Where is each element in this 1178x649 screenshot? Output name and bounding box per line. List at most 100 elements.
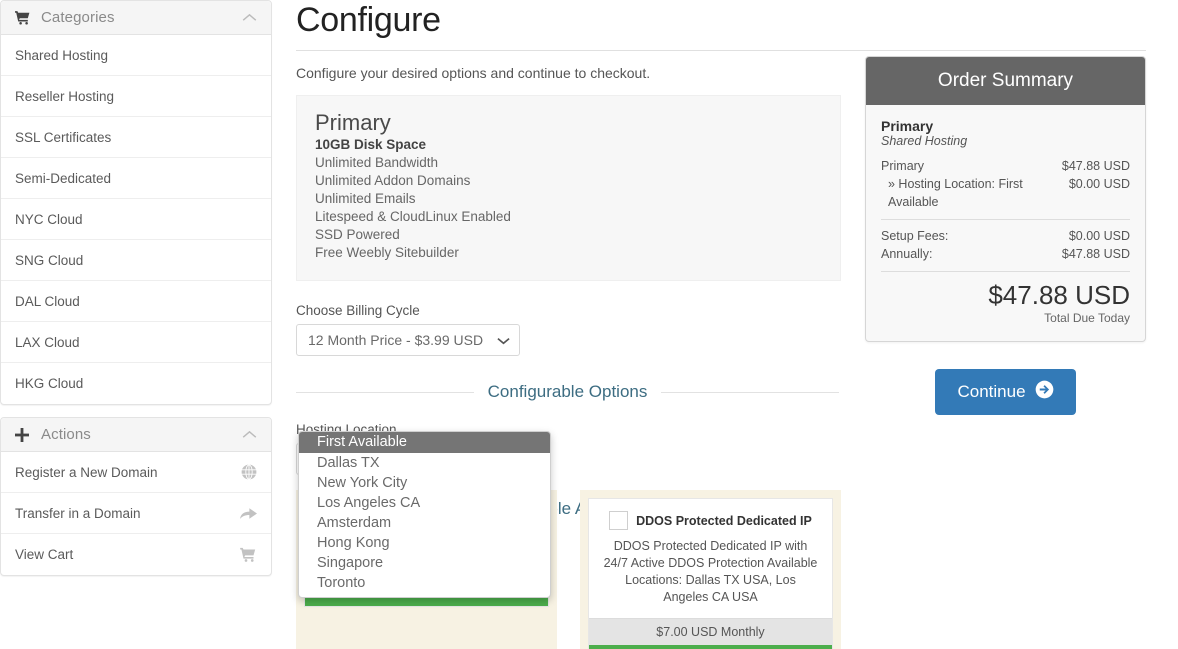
billing-cycle-value: 12 Month Price - $3.99 USD (308, 332, 484, 348)
addon-card-2: DDOS Protected Dedicated IP DDOS Protect… (580, 490, 841, 649)
action-item-register-domain[interactable]: Register a New Domain (1, 452, 271, 493)
sidebar-item-label: Semi-Dedicated (15, 170, 112, 186)
actions-title: Actions (41, 426, 91, 443)
action-item-label: Transfer in a Domain (15, 505, 141, 521)
addon-checkbox[interactable] (609, 511, 629, 530)
chevron-up-icon[interactable] (242, 426, 257, 444)
sidebar-item-label: HKG Cloud (15, 376, 84, 391)
summary-line-annually: Annually: $47.88 USD (881, 245, 1130, 263)
sidebar-item-nyc-cloud[interactable]: NYC Cloud (1, 199, 271, 240)
summary-line-primary: Primary $47.88 USD (881, 157, 1130, 175)
sidebar-item-label: DAL Cloud (15, 293, 80, 309)
action-item-label: View Cart (15, 547, 74, 562)
arrow-circle-right-icon (1035, 380, 1054, 404)
product-summary-box: Primary 10GB Disk Space Unlimited Bandwi… (296, 95, 841, 281)
summary-line-value: $0.00 USD (1068, 229, 1130, 243)
product-feature: Unlimited Bandwidth (315, 155, 439, 170)
addon-card-2-inner: DDOS Protected Dedicated IP DDOS Protect… (588, 498, 833, 649)
billing-cycle-select[interactable]: 12 Month Price - $3.99 USD (296, 324, 520, 356)
actions-list: Register a New Domain Transfer in a Doma… (1, 452, 271, 575)
summary-line-value: $47.88 USD (1061, 247, 1130, 261)
categories-list: Shared Hosting Reseller Hosting SSL Cert… (1, 35, 271, 404)
dropdown-option-hong-kong[interactable]: Hong Kong (299, 533, 550, 553)
sidebar-item-label: LAX Cloud (15, 334, 80, 350)
divider-line-left (296, 391, 474, 393)
configure-order-page: Categories Shared Hosting Reseller Hosti… (0, 0, 1178, 649)
sidebar-item-ssl-certificates[interactable]: SSL Certificates (1, 117, 271, 158)
dropdown-option-toronto[interactable]: Toronto (299, 573, 550, 593)
plus-icon (15, 427, 31, 442)
divider-line-right (661, 391, 839, 393)
summary-line-label: Primary (881, 159, 925, 173)
addon-add-to-cart-button[interactable]: ✚ Add to Cart (589, 645, 832, 649)
continue-button[interactable]: Continue (935, 369, 1076, 415)
action-item-view-cart[interactable]: View Cart (1, 534, 271, 575)
configurable-options-divider: Configurable Options (296, 382, 839, 402)
summary-divider (881, 271, 1130, 272)
cart-icon (240, 547, 257, 562)
summary-total-amount: $47.88 USD (988, 280, 1130, 310)
summary-line-value: $0.00 USD (1068, 177, 1130, 191)
summary-line-label: Setup Fees: (881, 229, 949, 243)
product-name: Primary (315, 110, 391, 135)
product-feature: Unlimited Emails (315, 191, 416, 206)
sidebar-item-label: Shared Hosting (15, 47, 109, 63)
dropdown-option-first-available[interactable]: First Available (299, 432, 550, 453)
chevron-down-icon (497, 325, 510, 357)
order-summary-heading: Order Summary (866, 57, 1145, 105)
action-item-label: Register a New Domain (15, 464, 158, 480)
hosting-location-dropdown-list[interactable]: First Available Dallas TX New York City … (298, 431, 551, 598)
share-arrow-icon (240, 506, 257, 520)
dropdown-option-new-york-city[interactable]: New York City (299, 473, 550, 493)
summary-line-hosting-location: » Hosting Location: First Available $0.0… (881, 175, 1130, 211)
summary-divider (881, 219, 1130, 220)
addon-price: $7.00 USD Monthly (589, 618, 832, 645)
addon-description: DDOS Protected Dedicated IP with 24/7 Ac… (603, 539, 818, 604)
product-feature: Unlimited Addon Domains (315, 173, 471, 188)
product-feature: SSD Powered (315, 227, 400, 242)
sidebar-item-hkg-cloud[interactable]: HKG Cloud (1, 363, 271, 404)
summary-total-label: Total Due Today (1044, 311, 1130, 325)
dropdown-option-amsterdam[interactable]: Amsterdam (299, 513, 550, 533)
page-title: Configure (296, 1, 441, 39)
sidebar-item-lax-cloud[interactable]: LAX Cloud (1, 322, 271, 363)
dropdown-option-singapore[interactable]: Singapore (299, 553, 550, 573)
summary-line-label: » Hosting Location: First Available (888, 177, 1023, 209)
product-feature: 10GB Disk Space (315, 137, 427, 152)
product-feature: Litespeed & CloudLinux Enabled (315, 209, 511, 224)
title-divider (296, 50, 1146, 51)
sidebar-item-label: NYC Cloud (15, 211, 83, 227)
action-item-transfer-domain[interactable]: Transfer in a Domain (1, 493, 271, 534)
categories-panel: Categories Shared Hosting Reseller Hosti… (0, 0, 272, 405)
sidebar-item-sng-cloud[interactable]: SNG Cloud (1, 240, 271, 281)
sidebar-item-semi-dedicated[interactable]: Semi-Dedicated (1, 158, 271, 199)
summary-line-value: $47.88 USD (1061, 159, 1130, 173)
order-summary: Order Summary Primary Shared Hosting Pri… (865, 56, 1146, 415)
categories-panel-header[interactable]: Categories (1, 1, 271, 35)
main-content: Configure Configure your desired options… (296, 0, 1146, 598)
continue-button-label: Continue (957, 382, 1026, 401)
actions-panel: Actions Register a New Domain Transfer i… (0, 417, 272, 576)
dropdown-option-los-angeles-ca[interactable]: Los Angeles CA (299, 493, 550, 513)
sidebar-item-dal-cloud[interactable]: DAL Cloud (1, 281, 271, 322)
sidebar-item-label: SNG Cloud (15, 252, 84, 268)
categories-title: Categories (41, 9, 115, 26)
continue-button-wrap: Continue (865, 369, 1146, 415)
sidebar-item-reseller-hosting[interactable]: Reseller Hosting (1, 76, 271, 117)
addon-title: DDOS Protected Dedicated IP (636, 513, 812, 528)
product-feature: Free Weebly Sitebuilder (315, 245, 459, 260)
order-summary-body: Primary Shared Hosting Primary $47.88 US… (866, 105, 1145, 341)
addon-card-2-header: DDOS Protected Dedicated IP (589, 499, 832, 536)
billing-cycle-label: Choose Billing Cycle (296, 303, 420, 318)
actions-panel-header[interactable]: Actions (1, 418, 271, 452)
chevron-up-icon[interactable] (242, 9, 257, 27)
dropdown-option-dallas-tx[interactable]: Dallas TX (299, 453, 550, 473)
configurable-options-heading: Configurable Options (487, 382, 648, 401)
sidebar-item-shared-hosting[interactable]: Shared Hosting (1, 35, 271, 76)
sidebar-item-label: SSL Certificates (15, 129, 112, 145)
summary-product-name: Primary (881, 118, 934, 134)
summary-line-label: Annually: (881, 247, 933, 261)
order-summary-card: Order Summary Primary Shared Hosting Pri… (865, 56, 1146, 342)
cart-icon (15, 11, 31, 25)
page-lead-text: Configure your desired options and conti… (296, 65, 651, 81)
